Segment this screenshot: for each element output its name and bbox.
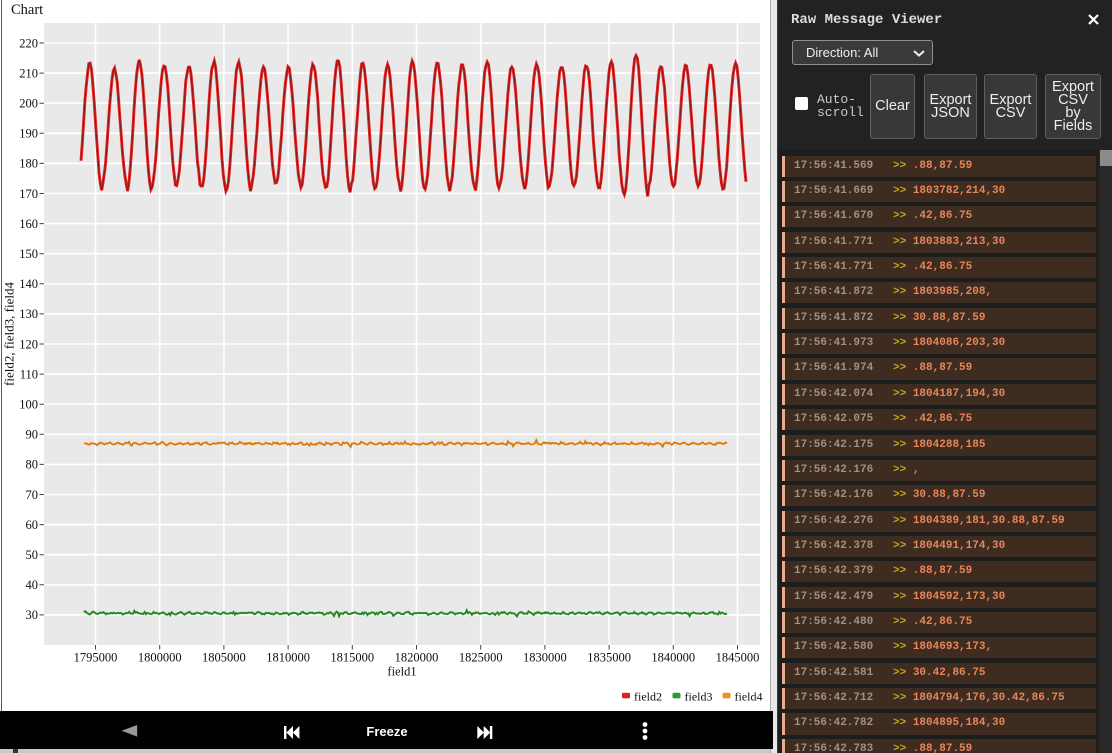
svg-text:1835000: 1835000 — [587, 651, 631, 665]
svg-text:100: 100 — [19, 398, 38, 412]
svg-text:60: 60 — [26, 518, 39, 532]
svg-text:1845000: 1845000 — [716, 651, 760, 665]
svg-text:field3: field3 — [685, 690, 713, 704]
svg-text:field2: field2 — [634, 690, 662, 704]
svg-text:1820000: 1820000 — [395, 651, 439, 665]
svg-text:40: 40 — [26, 578, 39, 592]
svg-text:field1: field1 — [387, 665, 416, 679]
svg-text:180: 180 — [19, 157, 38, 171]
svg-text:210: 210 — [19, 66, 38, 80]
svg-text:1810000: 1810000 — [266, 651, 310, 665]
svg-text:130: 130 — [19, 307, 38, 321]
svg-text:140: 140 — [19, 277, 38, 291]
svg-text:1795000: 1795000 — [74, 651, 118, 665]
svg-text:1840000: 1840000 — [651, 651, 695, 665]
svg-text:80: 80 — [26, 458, 39, 472]
svg-text:190: 190 — [19, 127, 38, 141]
svg-text:90: 90 — [26, 428, 39, 442]
svg-text:1805000: 1805000 — [202, 651, 246, 665]
svg-text:70: 70 — [26, 488, 39, 502]
svg-text:150: 150 — [19, 247, 38, 261]
svg-text:Chart: Chart — [11, 2, 43, 18]
svg-text:160: 160 — [19, 217, 38, 231]
svg-text:120: 120 — [19, 337, 38, 351]
svg-text:1825000: 1825000 — [459, 651, 503, 665]
svg-text:200: 200 — [19, 97, 38, 111]
svg-text:30: 30 — [26, 608, 39, 622]
svg-text:50: 50 — [26, 548, 39, 562]
svg-text:1815000: 1815000 — [330, 651, 374, 665]
svg-text:170: 170 — [19, 187, 38, 201]
svg-text:field2, field3, field4: field2, field3, field4 — [2, 282, 17, 386]
svg-text:1800000: 1800000 — [138, 651, 182, 665]
svg-text:1830000: 1830000 — [523, 651, 567, 665]
svg-text:110: 110 — [20, 367, 38, 381]
svg-text:220: 220 — [19, 36, 38, 50]
svg-text:field4: field4 — [735, 690, 763, 704]
